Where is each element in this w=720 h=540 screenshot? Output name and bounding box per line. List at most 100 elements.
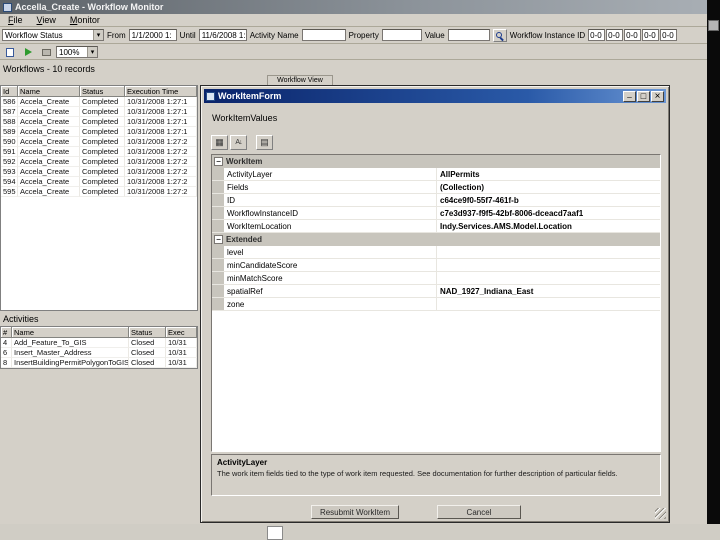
workflow-row[interactable]: 592 Accela_Create Completed 10/31/2008 1… [1,157,197,167]
activity-row[interactable]: 8 InsertBuildingPermitPolygonToGIS Close… [1,358,197,368]
menu-item[interactable]: Monitor [63,14,107,26]
column-header-status[interactable]: Status [80,86,125,97]
property-value[interactable] [437,246,660,258]
value-input[interactable] [447,29,490,41]
property-value[interactable]: c64ce9f0-55f7-461f-b [437,194,660,206]
workflow-row[interactable]: 589 Accela_Create Completed 10/31/2008 1… [1,127,197,137]
category-extended[interactable]: Extended [212,233,660,246]
cell-id: 591 [1,147,18,157]
property-value[interactable] [437,298,660,310]
property-row-mincandidatescore[interactable]: minCandidateScore [212,259,660,272]
property-row-fields[interactable]: Fields (Collection) [212,181,660,194]
property-value[interactable]: (Collection) [437,181,660,193]
workflow-row[interactable]: 593 Accela_Create Completed 10/31/2008 1… [1,167,197,177]
row-indent [212,246,224,258]
workflow-row[interactable]: 594 Accela_Create Completed 10/31/2008 1… [1,177,197,187]
property-row-level[interactable]: level [212,246,660,259]
property-value[interactable] [437,259,660,271]
column-header-name[interactable]: Name [12,327,129,338]
collapse-icon[interactable] [214,157,223,166]
instance-id-segment[interactable]: 0-0 [606,29,624,41]
property-row-workflowinstanceid[interactable]: WorkflowInstanceID c7e3d937-f9f5-42bf-80… [212,207,660,220]
dialog-titlebar[interactable]: WorkItemForm [204,89,666,103]
instance-id-segment[interactable]: 0-0 [624,29,642,41]
property-key[interactable]: ActivityLayer [224,168,437,180]
cancel-button[interactable]: Cancel [437,505,521,519]
property-row-spatialref[interactable]: spatialRef NAD_1927_Indiana_East [212,285,660,298]
from-date-input[interactable]: 1/1/2000 1: [128,29,177,41]
property-key[interactable]: WorkItemLocation [224,220,437,232]
zoom-combo[interactable]: 100% [56,46,98,58]
property-row-id[interactable]: ID c64ce9f0-55f7-461f-b [212,194,660,207]
activity-name-input[interactable] [301,29,346,41]
workflow-row[interactable]: 595 Accela_Create Completed 10/31/2008 1… [1,187,197,197]
instance-id-segment[interactable]: 0-0 [588,29,606,41]
property-key[interactable]: WorkflowInstanceID [224,207,437,219]
menu-item[interactable]: View [30,14,63,26]
menu-item[interactable]: File [1,14,30,26]
property-value[interactable]: Indy.Services.AMS.Model.Location [437,220,660,232]
property-value[interactable]: NAD_1927_Indiana_East [437,285,660,297]
resize-grip[interactable] [655,508,666,519]
property-key[interactable]: level [224,246,437,258]
minimize-button[interactable] [623,90,636,102]
run-button[interactable] [20,46,36,59]
new-form-button[interactable] [2,46,18,59]
cell-execution-time: 10/31/2008 1:27:2 [125,137,197,147]
workflow-row[interactable]: 586 Accela_Create Completed 10/31/2008 1… [1,97,197,107]
property-key[interactable]: spatialRef [224,285,437,297]
cell-execution-time: 10/31/2008 1:27:2 [125,157,197,167]
workflow-row[interactable]: 590 Accela_Create Completed 10/31/2008 1… [1,137,197,147]
cell-name: Accela_Create [18,147,80,157]
workflow-row[interactable]: 587 Accela_Create Completed 10/31/2008 1… [1,107,197,117]
column-header-execution-time[interactable]: Execution Time [125,86,197,97]
property-value[interactable]: AllPermits [437,168,660,180]
categorized-button[interactable] [211,135,228,150]
instance-id-segment[interactable]: 0-0 [642,29,660,41]
category-workitem[interactable]: WorkItem [212,155,660,168]
scrollbar-thumb[interactable] [708,20,719,31]
workflow-status-combo[interactable]: Workflow Status [2,29,104,41]
property-key[interactable]: ID [224,194,437,206]
cell-status: Completed [80,177,125,187]
property-input[interactable] [381,29,422,41]
property-row-minmatchscore[interactable]: minMatchScore [212,272,660,285]
tab-workflow-view[interactable]: Workflow View [267,75,333,85]
column-header-status[interactable]: Status [129,327,166,338]
property-value[interactable]: c7e3d937-f9f5-42bf-8006-dceacd7aaf1 [437,207,660,219]
property-key[interactable]: Fields [224,181,437,193]
property-row-workitemlocation[interactable]: WorkItemLocation Indy.Services.AMS.Model… [212,220,660,233]
activity-row[interactable]: 4 Add_Feature_To_GIS Closed 10/31 [1,338,197,348]
row-indent [212,194,224,206]
column-header-name[interactable]: Name [18,86,80,97]
column-header-number[interactable]: # [1,327,12,338]
workflow-row[interactable]: 588 Accela_Create Completed 10/31/2008 1… [1,117,197,127]
property-pages-button[interactable] [256,135,273,150]
menu-bar: File View Monitor [0,14,707,27]
window-titlebar[interactable]: Accella_Create - Workflow Monitor [0,0,707,14]
instance-id-segment[interactable]: 0-0 [660,29,678,41]
cell-status: Closed [129,358,166,368]
close-button[interactable] [651,90,664,102]
print-button[interactable] [38,46,54,59]
activity-row[interactable]: 6 Insert_Master_Address Closed 10/31 [1,348,197,358]
chevron-down-icon [93,30,103,40]
property-row-zone[interactable]: zone [212,298,660,311]
search-button[interactable] [492,28,507,42]
row-indent [212,181,224,193]
column-header-exec[interactable]: Exec [166,327,197,338]
property-value[interactable] [437,272,660,284]
workflow-row[interactable]: 591 Accela_Create Completed 10/31/2008 1… [1,147,197,157]
resubmit-workitem-button[interactable]: Resubmit WorkItem [311,505,399,519]
property-key[interactable]: zone [224,298,437,310]
property-key[interactable]: minCandidateScore [224,259,437,271]
property-key[interactable]: minMatchScore [224,272,437,284]
collapse-icon[interactable] [214,235,223,244]
column-header-id[interactable]: Id [1,86,18,97]
cell-name: Accela_Create [18,97,80,107]
maximize-button[interactable] [637,90,650,102]
alphabetical-sort-button[interactable] [230,135,247,150]
workflows-table: Id Name Status Execution Time 586 Accela… [0,85,198,311]
property-row-activitylayer[interactable]: ActivityLayer AllPermits [212,168,660,181]
until-date-input[interactable]: 11/6/2008 1: [198,29,247,41]
